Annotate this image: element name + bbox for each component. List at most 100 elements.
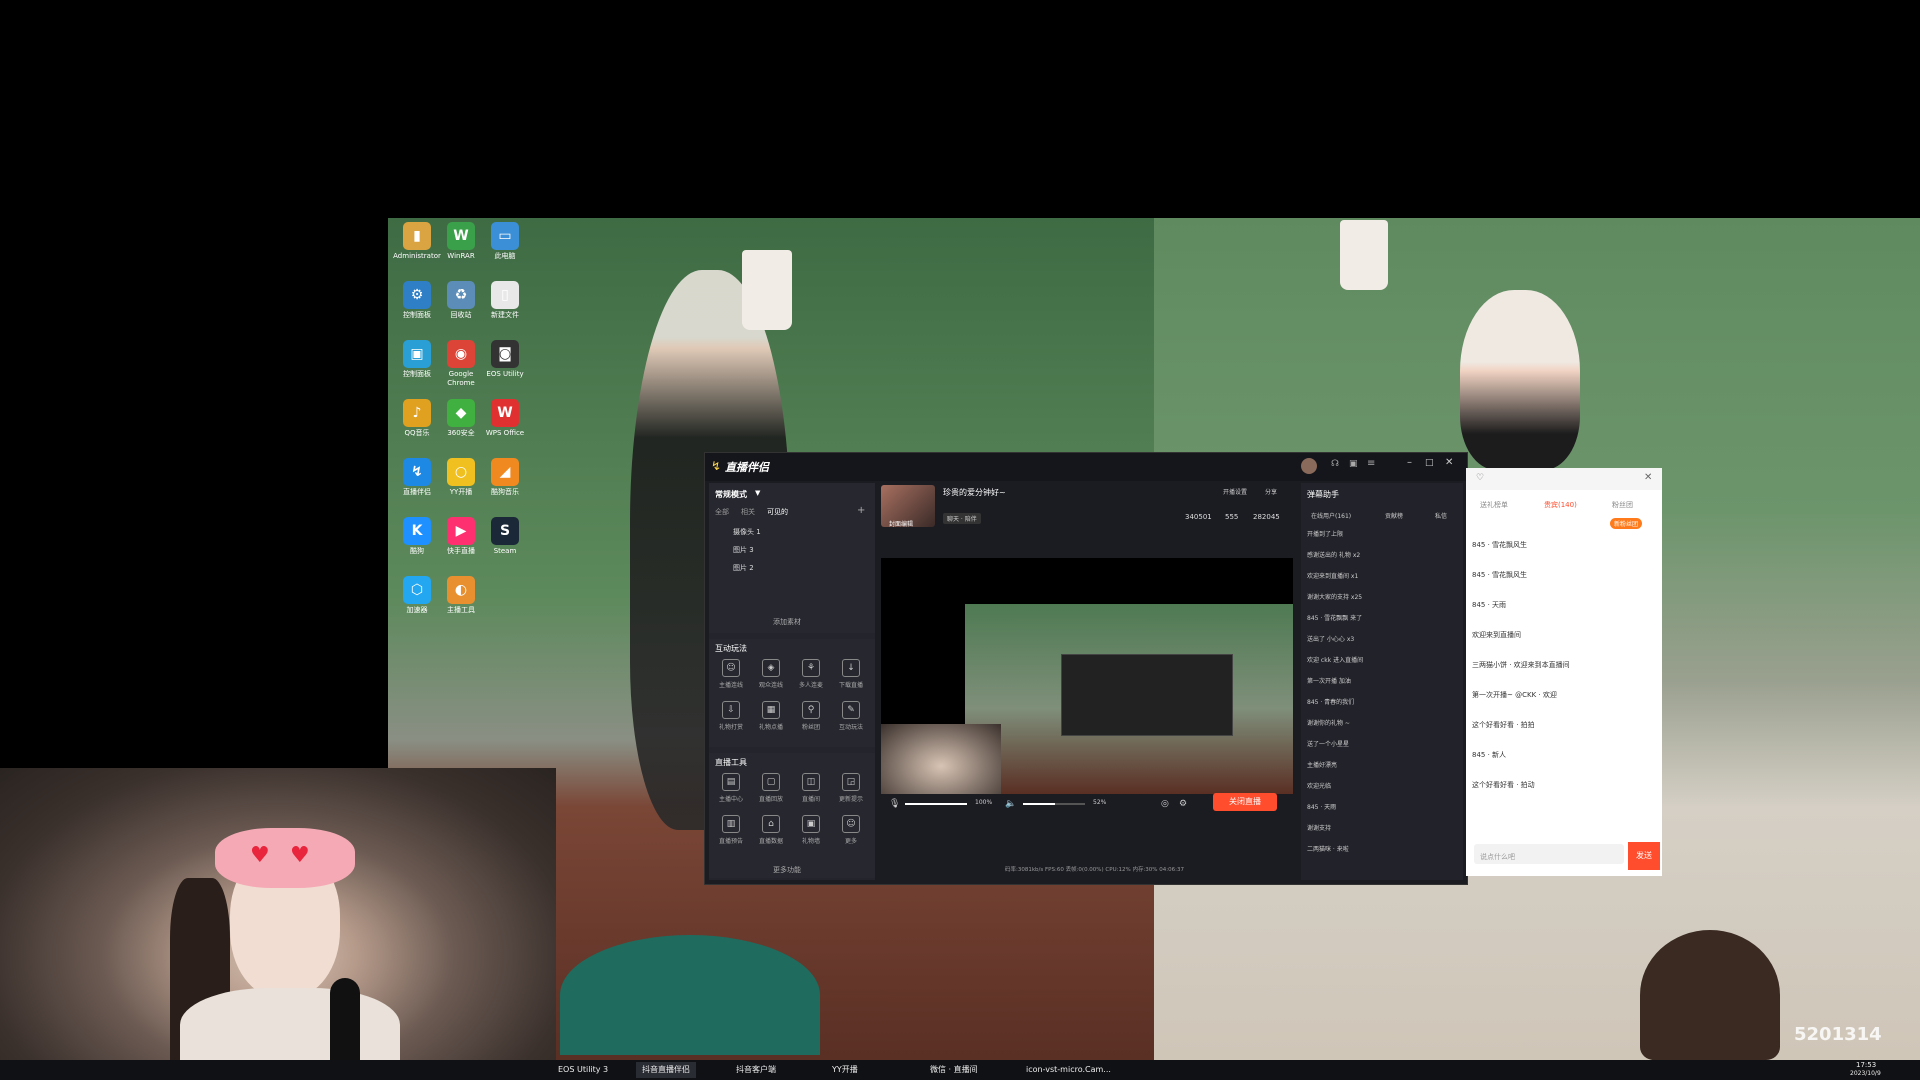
desktop-icon[interactable]: K 酷狗	[392, 517, 442, 556]
stream-preview[interactable]	[881, 558, 1293, 794]
app-icon: S	[491, 517, 519, 545]
tool-button[interactable]: ▤ 主播中心	[713, 773, 749, 803]
tool-button[interactable]: ◲ 更新提示	[833, 773, 869, 803]
menu-icon[interactable]: ≡	[1367, 458, 1375, 469]
add-material-button[interactable]: 添加素材	[773, 617, 801, 627]
clock-time[interactable]: 17:53	[1856, 1061, 1876, 1069]
side-tab-fans[interactable]: 粉丝团	[1612, 500, 1633, 510]
chat-tab-messages[interactable]: 私信	[1435, 511, 1447, 520]
speaker-volume-slider[interactable]	[1023, 803, 1085, 805]
side-tab-gifts[interactable]: 送礼榜单	[1480, 500, 1508, 510]
minimize-icon[interactable]: –	[1407, 457, 1412, 468]
add-scene-icon[interactable]: +	[857, 505, 865, 516]
tool-button[interactable]: ⚘ 多人连麦	[793, 659, 829, 689]
tool-button[interactable]: ☺ 更多	[833, 815, 869, 845]
tool-button[interactable]: ↓ 下载直播	[833, 659, 869, 689]
tool-button[interactable]: ⚲ 粉丝团	[793, 701, 829, 731]
mode-selector[interactable]: 常规模式	[715, 489, 747, 500]
scene-item-camera[interactable]: 摄像头 1	[733, 527, 761, 537]
tool-icon: ◲	[842, 773, 860, 791]
settings-icon[interactable]: ⚙	[1179, 799, 1187, 809]
mic-volume-slider[interactable]	[905, 803, 967, 805]
app-icon: W	[447, 222, 475, 250]
fan-badge[interactable]: 新粉丝团	[1610, 518, 1643, 529]
desktop-icon-label: Steam	[493, 547, 517, 555]
taskbar-item[interactable]: EOS Utility 3	[552, 1062, 614, 1078]
scene-item-image-3[interactable]: 图片 3	[733, 545, 754, 555]
desktop-icon-label: QQ音乐	[404, 429, 430, 437]
wallpaper-awning	[560, 935, 820, 1055]
tool-button[interactable]: ◫ 直播间	[793, 773, 829, 803]
tool-button[interactable]: ⌂ 直播数据	[753, 815, 789, 845]
desktop-icon[interactable]: ♪ QQ音乐	[392, 399, 442, 438]
setting-action[interactable]: 开播设置	[1223, 487, 1247, 496]
tool-button[interactable]: ☺ 主播连线	[713, 659, 749, 689]
chat-message: 谢谢支持	[1307, 825, 1332, 832]
tool-button[interactable]: ▦ 礼物点播	[753, 701, 789, 731]
tool-label: 直播回放	[758, 796, 783, 803]
tag-badge[interactable]: 聊天 · 陪伴	[943, 513, 981, 524]
desktop-icon[interactable]: ⚙ 控制面板	[392, 281, 442, 320]
desktop-icon[interactable]: ◐ 主播工具	[436, 576, 486, 615]
headset-icon[interactable]: ☊	[1331, 459, 1339, 469]
tool-button[interactable]: ▥ 直播预告	[713, 815, 749, 845]
desktop-icon[interactable]: ▯ 新建文件	[480, 281, 530, 320]
close-icon[interactable]: ✕	[1644, 472, 1652, 483]
desktop-icon[interactable]: ◉ Google Chrome	[436, 340, 486, 388]
side-tab-vip[interactable]: 贵宾(140)	[1544, 500, 1577, 510]
tool-button[interactable]: ⇩ 礼物打赏	[713, 701, 749, 731]
taskbar-item[interactable]: YY开播	[826, 1062, 864, 1078]
tab-related[interactable]: 相关	[741, 507, 755, 517]
desktop-icon[interactable]: S Steam	[480, 517, 530, 556]
camera-toggle-icon[interactable]: ◎	[1161, 799, 1169, 809]
desktop-icon[interactable]: ▣ 控制面板	[392, 340, 442, 379]
desktop-icon[interactable]: ◙ EOS Utility	[480, 340, 530, 379]
taskbar-item[interactable]: 抖音客户端	[730, 1062, 782, 1078]
share-action[interactable]: 分享	[1265, 487, 1277, 496]
end-live-button[interactable]: 关闭直播	[1213, 793, 1277, 811]
desktop-icon[interactable]: ♻ 回收站	[436, 281, 486, 320]
close-icon[interactable]: ✕	[1445, 457, 1453, 468]
tab-all[interactable]: 全部	[715, 507, 729, 517]
taskbar-item[interactable]: 抖音直播伴侣	[636, 1062, 696, 1078]
side-chat-message: 欢迎来到直播间	[1472, 631, 1521, 639]
chat-tab-contrib[interactable]: 贡献榜	[1385, 511, 1403, 520]
speaker-icon[interactable]: 🔈	[1005, 799, 1016, 809]
tab-visible[interactable]: 可见的	[767, 507, 788, 517]
tool-button[interactable]: ✎ 互动玩法	[833, 701, 869, 731]
tool-button[interactable]: ◈ 观众连线	[753, 659, 789, 689]
tool-label: 更新提示	[838, 796, 863, 803]
wallpaper-face-right	[1640, 930, 1780, 1060]
chat-input[interactable]: 说点什么吧	[1474, 844, 1624, 864]
desktop-icon[interactable]: ⬡ 加速器	[392, 576, 442, 615]
desktop-icon[interactable]: ◢ 酷狗音乐	[480, 458, 530, 497]
desktop-icon[interactable]: ○ YY开播	[436, 458, 486, 497]
chat-tab-online[interactable]: 在线用户(161)	[1311, 511, 1351, 520]
maximize-icon[interactable]: □	[1425, 458, 1434, 468]
taskbar-item[interactable]: icon-vst-micro.Cam...	[1020, 1062, 1117, 1078]
more-functions-link[interactable]: 更多功能	[773, 865, 801, 875]
desktop-icon[interactable]: W WPS Office	[480, 399, 530, 438]
window-icon[interactable]: ▣	[1349, 459, 1358, 469]
desktop-icon[interactable]: ↯ 直播伴侣	[392, 458, 442, 497]
tool-button[interactable]: ▣ 礼物墙	[793, 815, 829, 845]
side-chat-message: 这个好看好看 · 拍拍	[1472, 721, 1535, 729]
desktop-icon[interactable]: W WinRAR	[436, 222, 486, 261]
avatar[interactable]	[1301, 458, 1317, 474]
desktop-icon[interactable]: ▭ 此电脑	[480, 222, 530, 261]
taskbar-item[interactable]: 微信 · 直播间	[924, 1062, 984, 1078]
send-button[interactable]: 发送	[1628, 842, 1660, 870]
desktop-icon[interactable]: ▮ Administrator	[392, 222, 442, 261]
app-icon: ◉	[447, 340, 475, 368]
heart-icon[interactable]: ♡	[1476, 473, 1484, 483]
desktop-icon[interactable]: ▶ 快手直播	[436, 517, 486, 556]
microphone-icon[interactable]: 🎙	[889, 799, 900, 809]
chat-message: 欢迎光临	[1307, 783, 1332, 790]
desktop-icon-label: EOS Utility	[486, 370, 524, 378]
tool-button[interactable]: ▢ 直播回放	[753, 773, 789, 803]
stream-title[interactable]: 珍贵的爱分钟好~	[943, 487, 1006, 498]
clock-date[interactable]: 2023/10/9	[1850, 1070, 1881, 1077]
desktop-icon[interactable]: ◆ 360安全	[436, 399, 486, 438]
scene-item-image-2[interactable]: 图片 2	[733, 563, 754, 573]
chat-message: 845 · 青春的我们	[1307, 699, 1355, 706]
